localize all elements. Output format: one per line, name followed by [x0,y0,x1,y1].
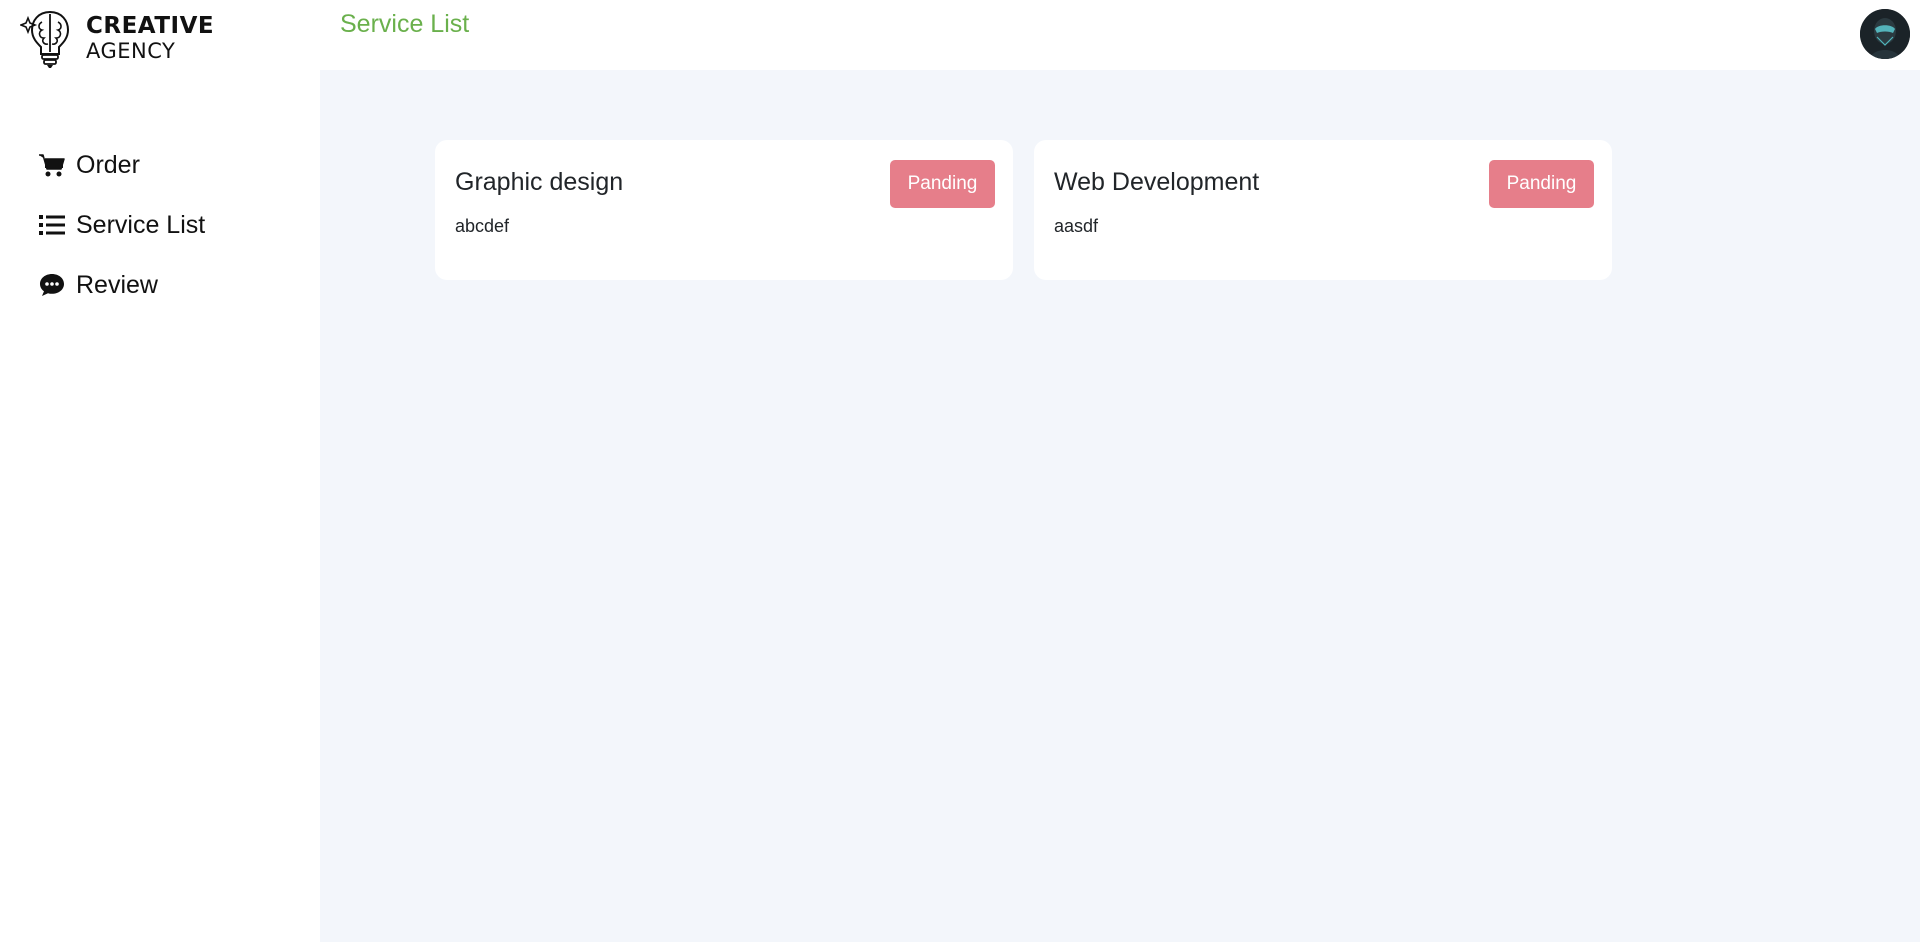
header: CREATIVE AGENCY Service List [0,0,1920,70]
sidebar-item-label: Order [76,150,140,179]
brand-name-line2: AGENCY [86,39,176,63]
main-content: Graphic design abcdef Panding Web Develo… [320,70,1920,942]
status-button[interactable]: Panding [1489,160,1594,208]
service-card: Web Development aasdf Panding [1034,140,1612,280]
service-title: Web Development [1054,168,1260,196]
page-title: Service List [340,10,470,38]
service-title: Graphic design [455,168,624,196]
sidebar: Order Service List Review [0,70,320,942]
sidebar-item-review[interactable]: Review [38,265,158,305]
sidebar-item-service-list[interactable]: Service List [38,205,205,245]
sidebar-item-label: Review [76,270,158,299]
brand-logo[interactable]: CREATIVE AGENCY [20,8,214,70]
avatar-image-icon [1860,9,1910,59]
list-icon [38,211,66,239]
service-card: Graphic design abcdef Panding [435,140,1013,280]
sidebar-item-label: Service List [76,210,206,239]
lightbulb-brain-icon [20,10,70,68]
status-button[interactable]: Panding [890,160,995,208]
user-avatar[interactable] [1860,9,1910,59]
service-description: abcdef [455,216,510,236]
service-description: aasdf [1054,216,1099,236]
sidebar-item-order[interactable]: Order [38,145,140,185]
comment-icon [38,271,66,299]
brand-name-line1: CREATIVE [86,13,215,39]
cart-icon [38,151,66,179]
